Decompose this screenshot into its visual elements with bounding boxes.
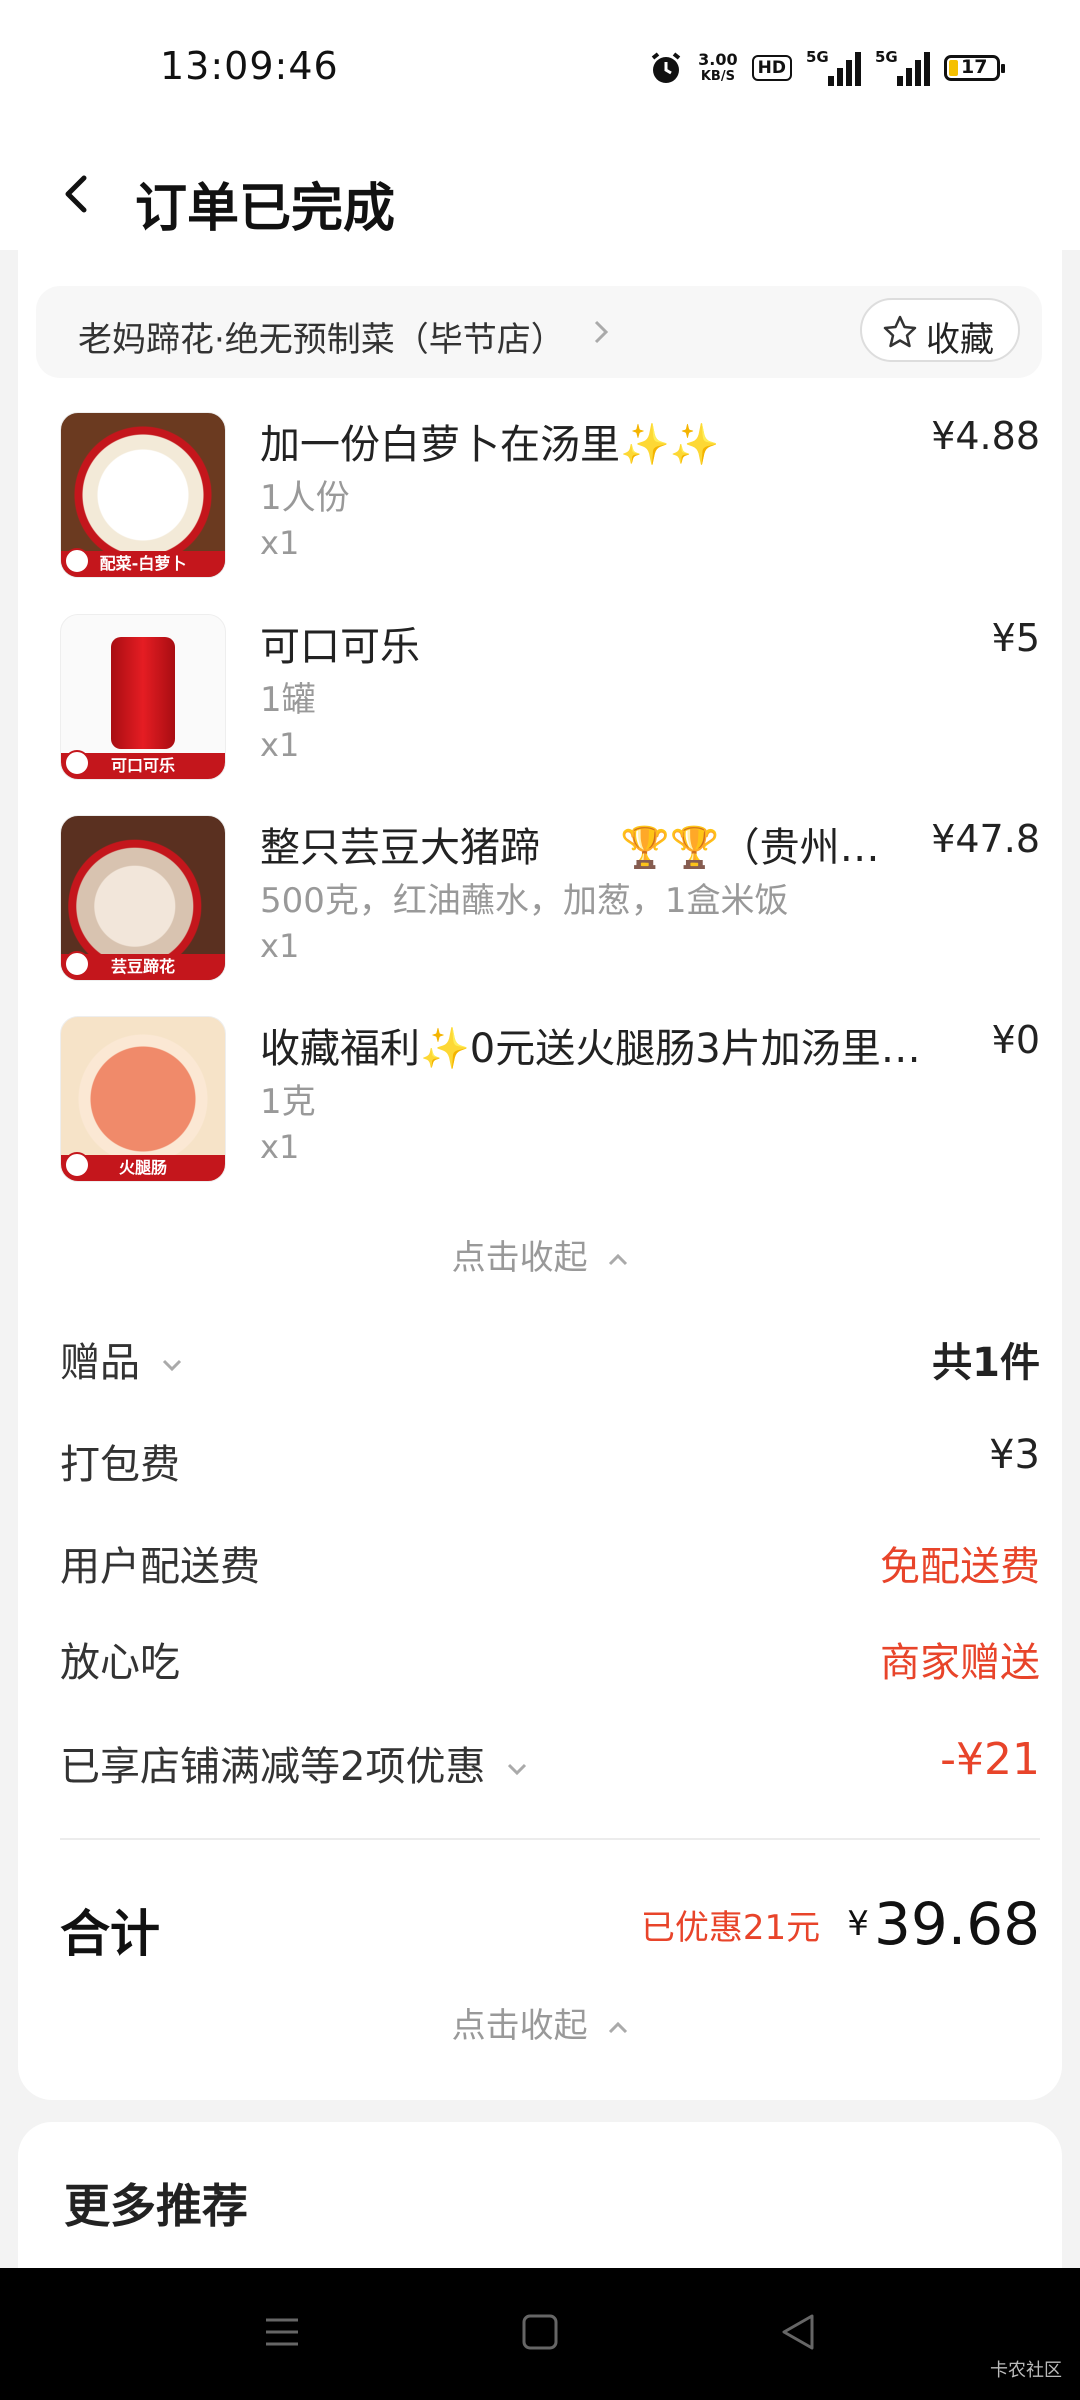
item-name: 可口可乐 [260, 624, 420, 670]
signal-icon-1: 5G [806, 48, 861, 86]
brand-avatar-icon [64, 951, 90, 977]
item-name: 整只芸豆大猪蹄 🏆🏆（贵州… [260, 825, 880, 871]
gift-value: 共1件 [932, 1340, 1040, 1386]
item-spec: 1人份 [260, 478, 350, 518]
packing-fee-label: 打包费 [60, 1442, 180, 1488]
signal-icon-2: 5G [875, 48, 930, 86]
item-thumbnail: 可口可乐 [60, 614, 226, 780]
total-amount-group: 已优惠21元 ¥ 39.68 [641, 1890, 1040, 1958]
discount-label: 已享店铺满减等2项优惠 [60, 1734, 528, 1792]
total-saved: 已优惠21元 [640, 1907, 821, 1948]
gift-label-text: 赠品 [60, 1340, 140, 1386]
item-spec: 1克 [260, 1082, 316, 1122]
discount-row[interactable]: 已享店铺满减等2项优惠 -¥21 [60, 1734, 1040, 1794]
collapse-label: 点击收起 [451, 1238, 588, 1278]
brand-avatar-icon [64, 750, 90, 776]
recommendations-card: 更多推荐 [18, 2122, 1062, 2272]
divider [60, 1838, 1040, 1840]
status-icons: 3.00 KB/S HD 5G 5G 17 [648, 44, 1005, 92]
chevron-down-icon [508, 1763, 527, 1776]
discount-label-text: 已享店铺满减等2项优惠 [60, 1744, 486, 1790]
chevron-up-icon [609, 2021, 628, 2033]
item-name: 加一份白萝卜在汤里✨✨ [260, 422, 720, 468]
recommendations-title: 更多推荐 [64, 2179, 248, 2233]
chevron-down-icon [162, 1359, 181, 1372]
shop-name[interactable]: 老妈蹄花·绝无预制菜（毕节店） [78, 312, 565, 361]
safe-eat-row: 放心吃 商家赠送 [60, 1630, 1040, 1690]
menu-icon[interactable] [262, 2312, 302, 2352]
delivery-fee-value: 免配送费 [880, 1544, 1040, 1590]
net-speed: 3.00 KB/S [698, 51, 737, 85]
signal-label-1: 5G [806, 48, 829, 66]
total-row: 合计 已优惠21元 ¥ 39.68 [60, 1890, 1040, 1970]
chevron-right-icon [594, 320, 609, 344]
favorite-label: 收藏 [926, 320, 994, 360]
item-spec: 1罐 [260, 680, 316, 720]
order-item[interactable]: 火腿肠 收藏福利✨0元送火腿肠3片加汤里… 1克 x1 ¥0 [60, 1016, 1040, 1186]
packing-fee-row: 打包费 ¥3 [60, 1432, 1040, 1492]
item-quantity: x1 [260, 1128, 300, 1166]
watermark: 卡农社区 [990, 2360, 1062, 2381]
item-thumbnail: 芸豆蹄花 [60, 815, 226, 981]
status-bar: 13:09:46 3.00 KB/S HD 5G 5G 17 [0, 0, 1080, 130]
item-quantity: x1 [260, 524, 300, 562]
order-item[interactable]: 配菜-白萝卜 加一份白萝卜在汤里✨✨ 1人份 x1 ¥4.88 [60, 412, 1040, 582]
safe-eat-label: 放心吃 [60, 1640, 180, 1686]
page-header: 订单已完成 [0, 130, 1080, 250]
packing-fee-value: ¥3 [989, 1432, 1040, 1478]
back-arrow-icon[interactable] [58, 175, 96, 213]
order-item[interactable]: 可口可乐 可口可乐 1罐 x1 ¥5 [60, 614, 1040, 784]
discount-value: -¥21 [940, 1734, 1040, 1785]
item-name: 收藏福利✨0元送火腿肠3片加汤里… [260, 1026, 921, 1072]
brand-avatar-icon [64, 1152, 90, 1178]
total-currency: ¥ [847, 1904, 869, 1944]
item-price: ¥47.8 [931, 817, 1040, 861]
page-title: 订单已完成 [135, 179, 396, 239]
favorite-button[interactable]: 收藏 [860, 298, 1020, 362]
item-price: ¥0 [991, 1018, 1040, 1062]
battery-icon: 17 [944, 55, 1005, 81]
item-quantity: x1 [260, 726, 300, 764]
delivery-fee-row: 用户配送费 免配送费 [60, 1534, 1040, 1594]
home-icon[interactable] [520, 2312, 560, 2352]
brand-avatar-icon [64, 548, 90, 574]
alarm-icon [651, 52, 681, 83]
star-icon [883, 315, 917, 348]
item-price: ¥5 [991, 616, 1040, 660]
hd-icon: HD [751, 55, 792, 81]
signal-label-2: 5G [875, 48, 898, 66]
shop-row[interactable]: 老妈蹄花·绝无预制菜（毕节店） 收藏 [36, 286, 1042, 378]
gift-row[interactable]: 赠品 共1件 [60, 1330, 1040, 1390]
item-spec: 500克，红油蘸水，加葱，1盒米饭 [260, 881, 789, 921]
safe-eat-value: 商家赠送 [880, 1640, 1040, 1686]
status-time: 13:09:46 [160, 44, 339, 88]
item-thumbnail: 配菜-白萝卜 [60, 412, 226, 578]
total-label: 合计 [60, 1905, 160, 1963]
order-card: 老妈蹄花·绝无预制菜（毕节店） 收藏 配菜-白萝卜 加一份白萝卜在汤里✨✨ 1人… [18, 250, 1062, 2100]
coke-can-icon [111, 637, 175, 749]
net-speed-unit: KB/S [700, 69, 735, 84]
item-quantity: x1 [260, 927, 300, 965]
item-price: ¥4.88 [931, 414, 1040, 458]
item-thumbnail: 火腿肠 [60, 1016, 226, 1182]
collapse-label: 点击收起 [451, 2006, 588, 2046]
chevron-up-icon [609, 1253, 628, 1265]
battery-level: 17 [961, 56, 988, 78]
order-item[interactable]: 芸豆蹄花 整只芸豆大猪蹄 🏆🏆（贵州… 500克，红油蘸水，加葱，1盒米饭 x1… [60, 815, 1040, 985]
collapse-fees-button[interactable]: 点击收起 [18, 1998, 1062, 2047]
system-nav-bar: 卡农社区 [0, 2268, 1080, 2400]
net-speed-value: 3.00 [698, 50, 738, 69]
total-amount: 39.68 [873, 1890, 1040, 1958]
delivery-fee-label: 用户配送费 [60, 1544, 260, 1590]
collapse-items-button[interactable]: 点击收起 [18, 1230, 1062, 1279]
gift-label: 赠品 [60, 1330, 183, 1388]
back-nav-icon[interactable] [778, 2312, 818, 2352]
